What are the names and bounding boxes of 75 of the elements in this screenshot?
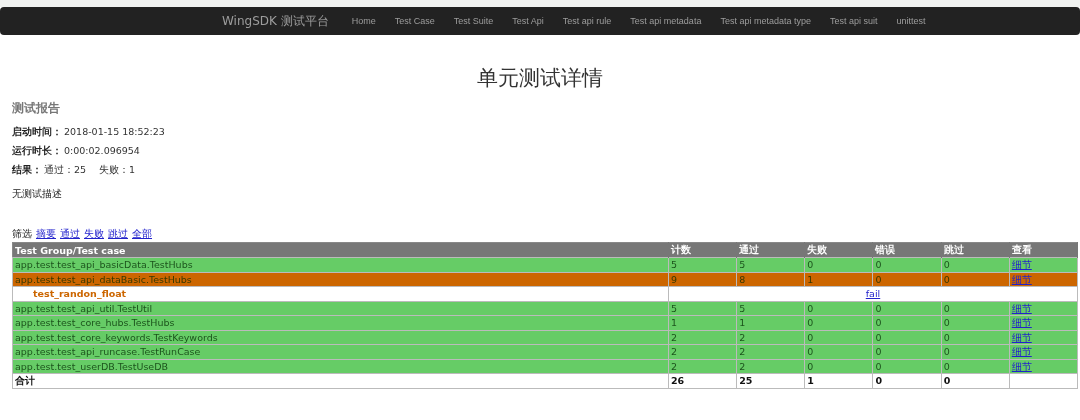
table-cell: 0 xyxy=(804,330,873,345)
nav-link[interactable]: Home xyxy=(351,16,376,26)
column-header: 查看 xyxy=(1009,242,1078,258)
table-cell: app.test.test_userDB.TestUseDB xyxy=(12,359,669,374)
nav-link[interactable]: Test api metadata type xyxy=(720,16,811,26)
table-cell: 2 xyxy=(736,359,805,374)
table-cell: app.test.test_core_hubs.TestHubs xyxy=(12,315,669,330)
column-header: 跳过 xyxy=(941,242,1010,258)
table-cell: 0 xyxy=(941,272,1010,287)
table-cell: 0 xyxy=(872,272,942,287)
table-cell: 5 xyxy=(668,257,737,272)
column-header: 计数 xyxy=(668,242,737,258)
report-heading: 测试报告 xyxy=(12,100,61,117)
table-cell: 0 xyxy=(872,315,942,330)
nav-link[interactable]: Test api rule xyxy=(562,16,612,26)
table-cell: 0 xyxy=(804,315,873,330)
table-cell: app.test.test_api_runcase.TestRunCase xyxy=(12,344,669,359)
table-cell: app.test.test_api_dataBasic.TestHubs xyxy=(12,272,669,287)
brand-title[interactable]: WingSDK 测试平台 xyxy=(222,12,329,30)
table-cell: 0 xyxy=(872,257,942,272)
table-cell: app.test.test_api_basicData.TestHubs xyxy=(12,257,669,272)
filter-label: 筛选 xyxy=(12,227,32,241)
table-cell: 0 xyxy=(941,330,1010,345)
nav-link[interactable]: Test api suit xyxy=(829,16,878,26)
nav-link[interactable]: Test api metadata xyxy=(630,16,702,26)
column-header: Test Group/Test case xyxy=(12,242,669,258)
table-cell: 2 xyxy=(668,344,737,359)
table-cell: 0 xyxy=(941,301,1010,316)
column-header: 通过 xyxy=(736,242,805,258)
table-cell: 0 xyxy=(804,301,873,316)
table-cell: 5 xyxy=(736,301,805,316)
table-cell: 0 xyxy=(941,359,1010,374)
column-header: 失败 xyxy=(804,242,873,258)
table-cell: 5 xyxy=(736,257,805,272)
field-value: 通过：25 失败：1 xyxy=(44,164,136,175)
column-header: 错误 xyxy=(872,242,942,258)
result-link[interactable]: fail xyxy=(865,288,881,300)
filter-link[interactable]: 通过 xyxy=(60,227,80,242)
nav-link[interactable]: unittest xyxy=(896,16,926,26)
nav-link[interactable]: Test Api xyxy=(512,16,544,26)
table-cell: 0 xyxy=(872,359,942,374)
table-cell: 0 xyxy=(872,301,942,316)
nav-link[interactable]: Test Case xyxy=(394,16,435,26)
filter-link[interactable]: 跳过 xyxy=(108,227,128,242)
table-cell: 0 xyxy=(941,257,1010,272)
field-label: 结果： xyxy=(12,164,42,175)
table-cell: 0 xyxy=(941,344,1010,359)
table-cell: 0 xyxy=(804,359,873,374)
table-cell: 2 xyxy=(736,344,805,359)
table-cell: 1 xyxy=(736,315,805,330)
field-value: 0:00:02.096954 xyxy=(64,145,140,156)
filter-link[interactable]: 失败 xyxy=(84,227,104,242)
table-cell: 0 xyxy=(804,257,873,272)
table-cell: 5 xyxy=(668,301,737,316)
table-cell: 9 xyxy=(668,272,737,287)
table-cell: 0 xyxy=(872,344,942,359)
table-cell: 0 xyxy=(941,315,1010,330)
table-cell: 2 xyxy=(736,330,805,345)
table-cell: 8 xyxy=(736,272,805,287)
field-label: 运行时长： xyxy=(12,145,62,156)
field-label: 启动时间： xyxy=(12,126,62,137)
page-title: 单元测试详情 xyxy=(476,65,604,92)
table-cell: 0 xyxy=(872,330,942,345)
table-cell: app.test.test_core_keywords.TestKeywords xyxy=(12,330,669,345)
table-cell: 2 xyxy=(668,359,737,374)
table-cell: 0 xyxy=(804,344,873,359)
filter-link[interactable]: 摘要 xyxy=(36,227,56,242)
table-cell: app.test.test_api_util.TestUtil xyxy=(12,301,669,316)
nav-link[interactable]: Test Suite xyxy=(453,16,494,26)
table-cell: 2 xyxy=(668,330,737,345)
field-value: 2018-01-15 18:52:23 xyxy=(64,126,165,137)
table-cell: 1 xyxy=(668,315,737,330)
filter-link[interactable]: 全部 xyxy=(132,227,152,242)
description: 无测试描述 xyxy=(12,187,63,201)
table-cell: 1 xyxy=(804,272,873,287)
